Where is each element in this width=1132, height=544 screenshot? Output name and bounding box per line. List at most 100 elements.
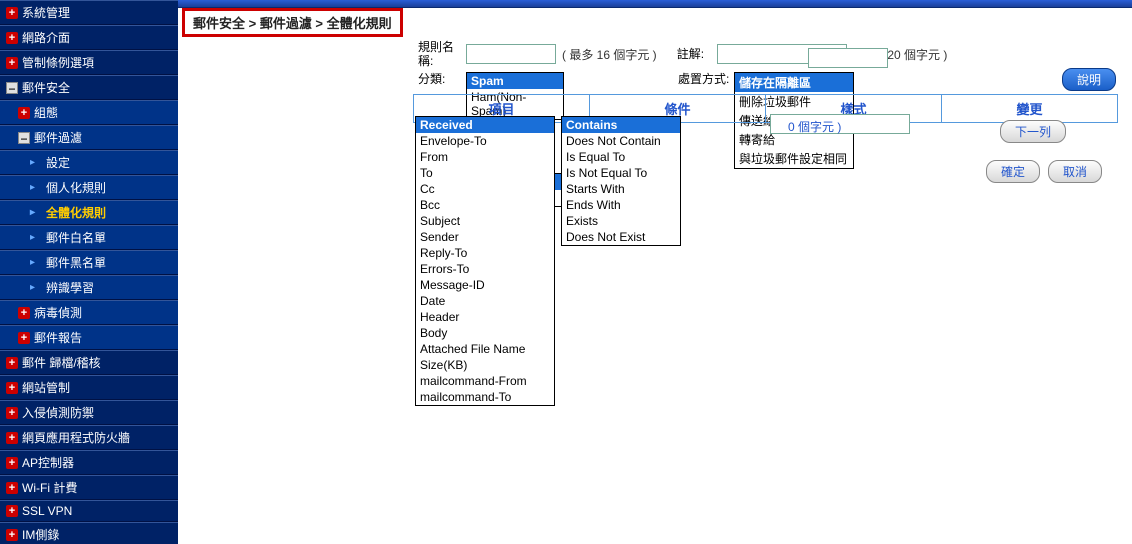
sidebar-item-14[interactable]: + 郵件 歸檔/稽核 xyxy=(0,350,178,375)
sidebar-item-19[interactable]: + Wi-Fi 計費 xyxy=(0,475,178,500)
sidebar-item-label: 管制條例選項 xyxy=(22,54,94,71)
sidebar-item-2[interactable]: +管制條例選項 xyxy=(0,50,178,75)
list-item[interactable]: Header xyxy=(416,309,554,325)
list-item[interactable]: Errors-To xyxy=(416,261,554,277)
item-select[interactable]: ReceivedEnvelope-ToFromToCcBccSubjectSen… xyxy=(415,116,555,406)
sidebar-item-3[interactable]: −郵件安全 xyxy=(0,75,178,100)
cancel-button[interactable]: 取消 xyxy=(1048,160,1102,183)
sidebar-item-11[interactable]: ▸ 辨識學習 xyxy=(0,275,178,300)
sidebar-item-20[interactable]: + SSL VPN xyxy=(0,500,178,522)
titlebar xyxy=(178,0,1132,8)
sidebar-item-12[interactable]: +病毒偵測 xyxy=(0,300,178,325)
plus-icon: + xyxy=(6,505,18,517)
list-item[interactable]: Spam xyxy=(467,73,563,89)
rule-name-input[interactable] xyxy=(466,44,556,64)
list-item[interactable]: 儲存在隔離區 xyxy=(735,73,853,92)
list-item[interactable]: To xyxy=(416,165,554,181)
list-item[interactable]: Body xyxy=(416,325,554,341)
sidebar-item-13[interactable]: + 郵件報告 xyxy=(0,325,178,350)
list-item[interactable]: 與垃圾郵件設定相同 xyxy=(735,149,853,168)
comment-label: 註解: xyxy=(677,47,717,61)
sidebar-item-label: 辨識學習 xyxy=(46,279,94,296)
sidebar-item-16[interactable]: +入侵偵測防禦 xyxy=(0,400,178,425)
sidebar-item-15[interactable]: +網站管制 xyxy=(0,375,178,400)
sidebar-item-18[interactable]: + AP控制器 xyxy=(0,450,178,475)
plus-icon: + xyxy=(6,529,18,541)
list-item[interactable]: Does Not Exist xyxy=(562,229,680,245)
ok-button[interactable]: 確定 xyxy=(986,160,1040,183)
list-item[interactable]: Message-ID xyxy=(416,277,554,293)
sidebar-item-label: 郵件 歸檔/稽核 xyxy=(22,354,101,371)
sidebar-item-0[interactable]: + 系統管理 xyxy=(0,0,178,25)
sidebar-item-label: 系統管理 xyxy=(22,4,70,21)
plus-icon: + xyxy=(6,457,18,469)
sidebar-item-label: 組態 xyxy=(34,104,58,121)
plus-icon: + xyxy=(6,357,18,369)
plus-icon: + xyxy=(6,407,18,419)
list-item[interactable]: Does Not Contain xyxy=(562,133,680,149)
table-header-cell: 變更 xyxy=(942,95,1117,122)
sidebar-item-label: 設定 xyxy=(46,154,70,171)
sidebar-item-label: 郵件安全 xyxy=(22,79,70,96)
list-item[interactable]: Size(KB) xyxy=(416,357,554,373)
list-item[interactable]: Exists xyxy=(562,213,680,229)
list-item[interactable]: Envelope-To xyxy=(416,133,554,149)
list-item[interactable]: Starts With xyxy=(562,181,680,197)
sidebar-item-label: 網路介面 xyxy=(22,29,70,46)
sidebar-item-5[interactable]: −郵件過濾 xyxy=(0,125,178,150)
plus-icon: + xyxy=(6,7,18,19)
list-item[interactable]: Is Equal To xyxy=(562,149,680,165)
list-item[interactable]: Attached File Name xyxy=(416,341,554,357)
next-row-button[interactable]: 下一列 xyxy=(1000,120,1066,143)
list-item[interactable]: Sender xyxy=(416,229,554,245)
list-item[interactable]: Ends With xyxy=(562,197,680,213)
sidebar-item-21[interactable]: + IM側錄 xyxy=(0,522,178,544)
sidebar-item-17[interactable]: + 網頁應用程式防火牆 xyxy=(0,425,178,450)
sidebar-item-label: 網站管制 xyxy=(22,379,70,396)
sidebar-item-label: SSL VPN xyxy=(22,504,72,518)
sidebar-item-8[interactable]: ▸ 全體化規則 xyxy=(0,200,178,225)
list-item[interactable]: Subject xyxy=(416,213,554,229)
arrow-icon: ▸ xyxy=(30,157,42,169)
plus-icon: + xyxy=(6,432,18,444)
list-item[interactable]: mailcommand-To xyxy=(416,389,554,405)
sidebar-item-label: 全體化規則 xyxy=(46,204,106,221)
arrow-icon: ▸ xyxy=(30,207,42,219)
plus-icon: + xyxy=(18,107,30,119)
sidebar-item-10[interactable]: ▸郵件黑名單 xyxy=(0,250,178,275)
list-item[interactable]: Date xyxy=(416,293,554,309)
arrow-icon: ▸ xyxy=(30,182,42,194)
plus-icon: + xyxy=(18,332,30,344)
sidebar-item-label: 郵件報告 xyxy=(34,329,82,346)
rule-name-label: 規則名稱: xyxy=(418,40,466,68)
arrow-icon: ▸ xyxy=(30,282,42,294)
list-item[interactable]: Received xyxy=(416,117,554,133)
sidebar-item-label: Wi-Fi 計費 xyxy=(22,479,77,496)
list-item[interactable]: From xyxy=(416,149,554,165)
sidebar-item-label: AP控制器 xyxy=(22,454,74,471)
main-panel: 郵件安全 > 郵件過濾 > 全體化規則 規則名稱: ( 最多 16 個字元 ) … xyxy=(178,0,1132,544)
help-button[interactable]: 說明 xyxy=(1062,68,1116,91)
sidebar-item-7[interactable]: ▸個人化規則 xyxy=(0,175,178,200)
sidebar-item-4[interactable]: + 組態 xyxy=(0,100,178,125)
list-item[interactable]: Reply-To xyxy=(416,245,554,261)
sidebar-item-1[interactable]: + 網路介面 xyxy=(0,25,178,50)
plus-icon: + xyxy=(6,482,18,494)
minus-icon: − xyxy=(18,132,30,144)
action-extra-input[interactable] xyxy=(808,48,888,68)
sidebar-item-9[interactable]: ▸郵件白名單 xyxy=(0,225,178,250)
list-item[interactable]: mailcommand-From xyxy=(416,373,554,389)
plus-icon: + xyxy=(6,32,18,44)
condition-select[interactable]: ContainsDoes Not ContainIs Equal ToIs No… xyxy=(561,116,681,246)
sidebar-item-6[interactable]: ▸ 設定 xyxy=(0,150,178,175)
list-item[interactable]: Is Not Equal To xyxy=(562,165,680,181)
list-item[interactable]: Bcc xyxy=(416,197,554,213)
class-label: 分類: xyxy=(418,72,466,86)
arrow-icon: ▸ xyxy=(30,232,42,244)
list-item[interactable]: Cc xyxy=(416,181,554,197)
minus-icon: − xyxy=(6,82,18,94)
sidebar-item-label: 網頁應用程式防火牆 xyxy=(22,429,130,446)
list-item[interactable]: Contains xyxy=(562,117,680,133)
sidebar-item-label: 病毒偵測 xyxy=(34,304,82,321)
sidebar-item-label: IM側錄 xyxy=(22,526,59,543)
